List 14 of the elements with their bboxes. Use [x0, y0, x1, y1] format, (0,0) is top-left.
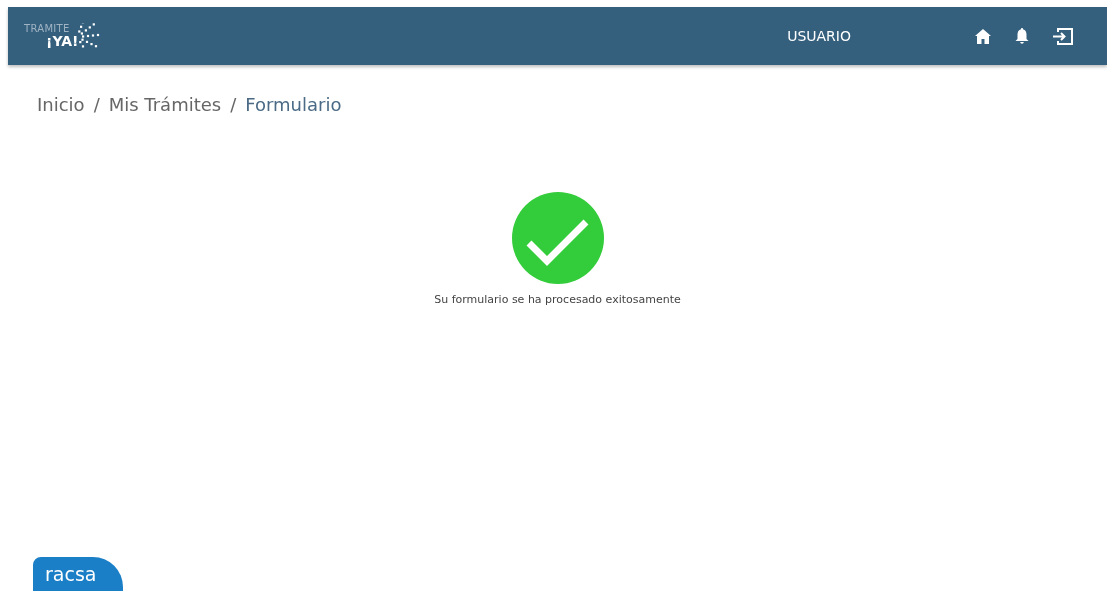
breadcrumb-link[interactable]: Mis Trámites [108, 91, 222, 118]
breadcrumb-current: Formulario [245, 93, 342, 117]
breadcrumb-link[interactable]: Inicio [37, 91, 85, 118]
user-menu[interactable]: USUARIO [787, 25, 851, 47]
breadcrumb-separator: / [93, 93, 100, 117]
success-check-icon [511, 192, 604, 284]
footer-logo: racsa [33, 556, 123, 591]
logout-icon[interactable] [1053, 27, 1073, 45]
success-message: Su formulario se ha procesado exitosamente [434, 292, 681, 308]
breadcrumb-separator: / [230, 93, 237, 117]
home-icon[interactable] [975, 28, 991, 44]
notifications-icon[interactable] [1015, 28, 1029, 44]
logo-text: TRAMITE [24, 24, 71, 34]
logo-text: ¡YA! [46, 34, 79, 48]
